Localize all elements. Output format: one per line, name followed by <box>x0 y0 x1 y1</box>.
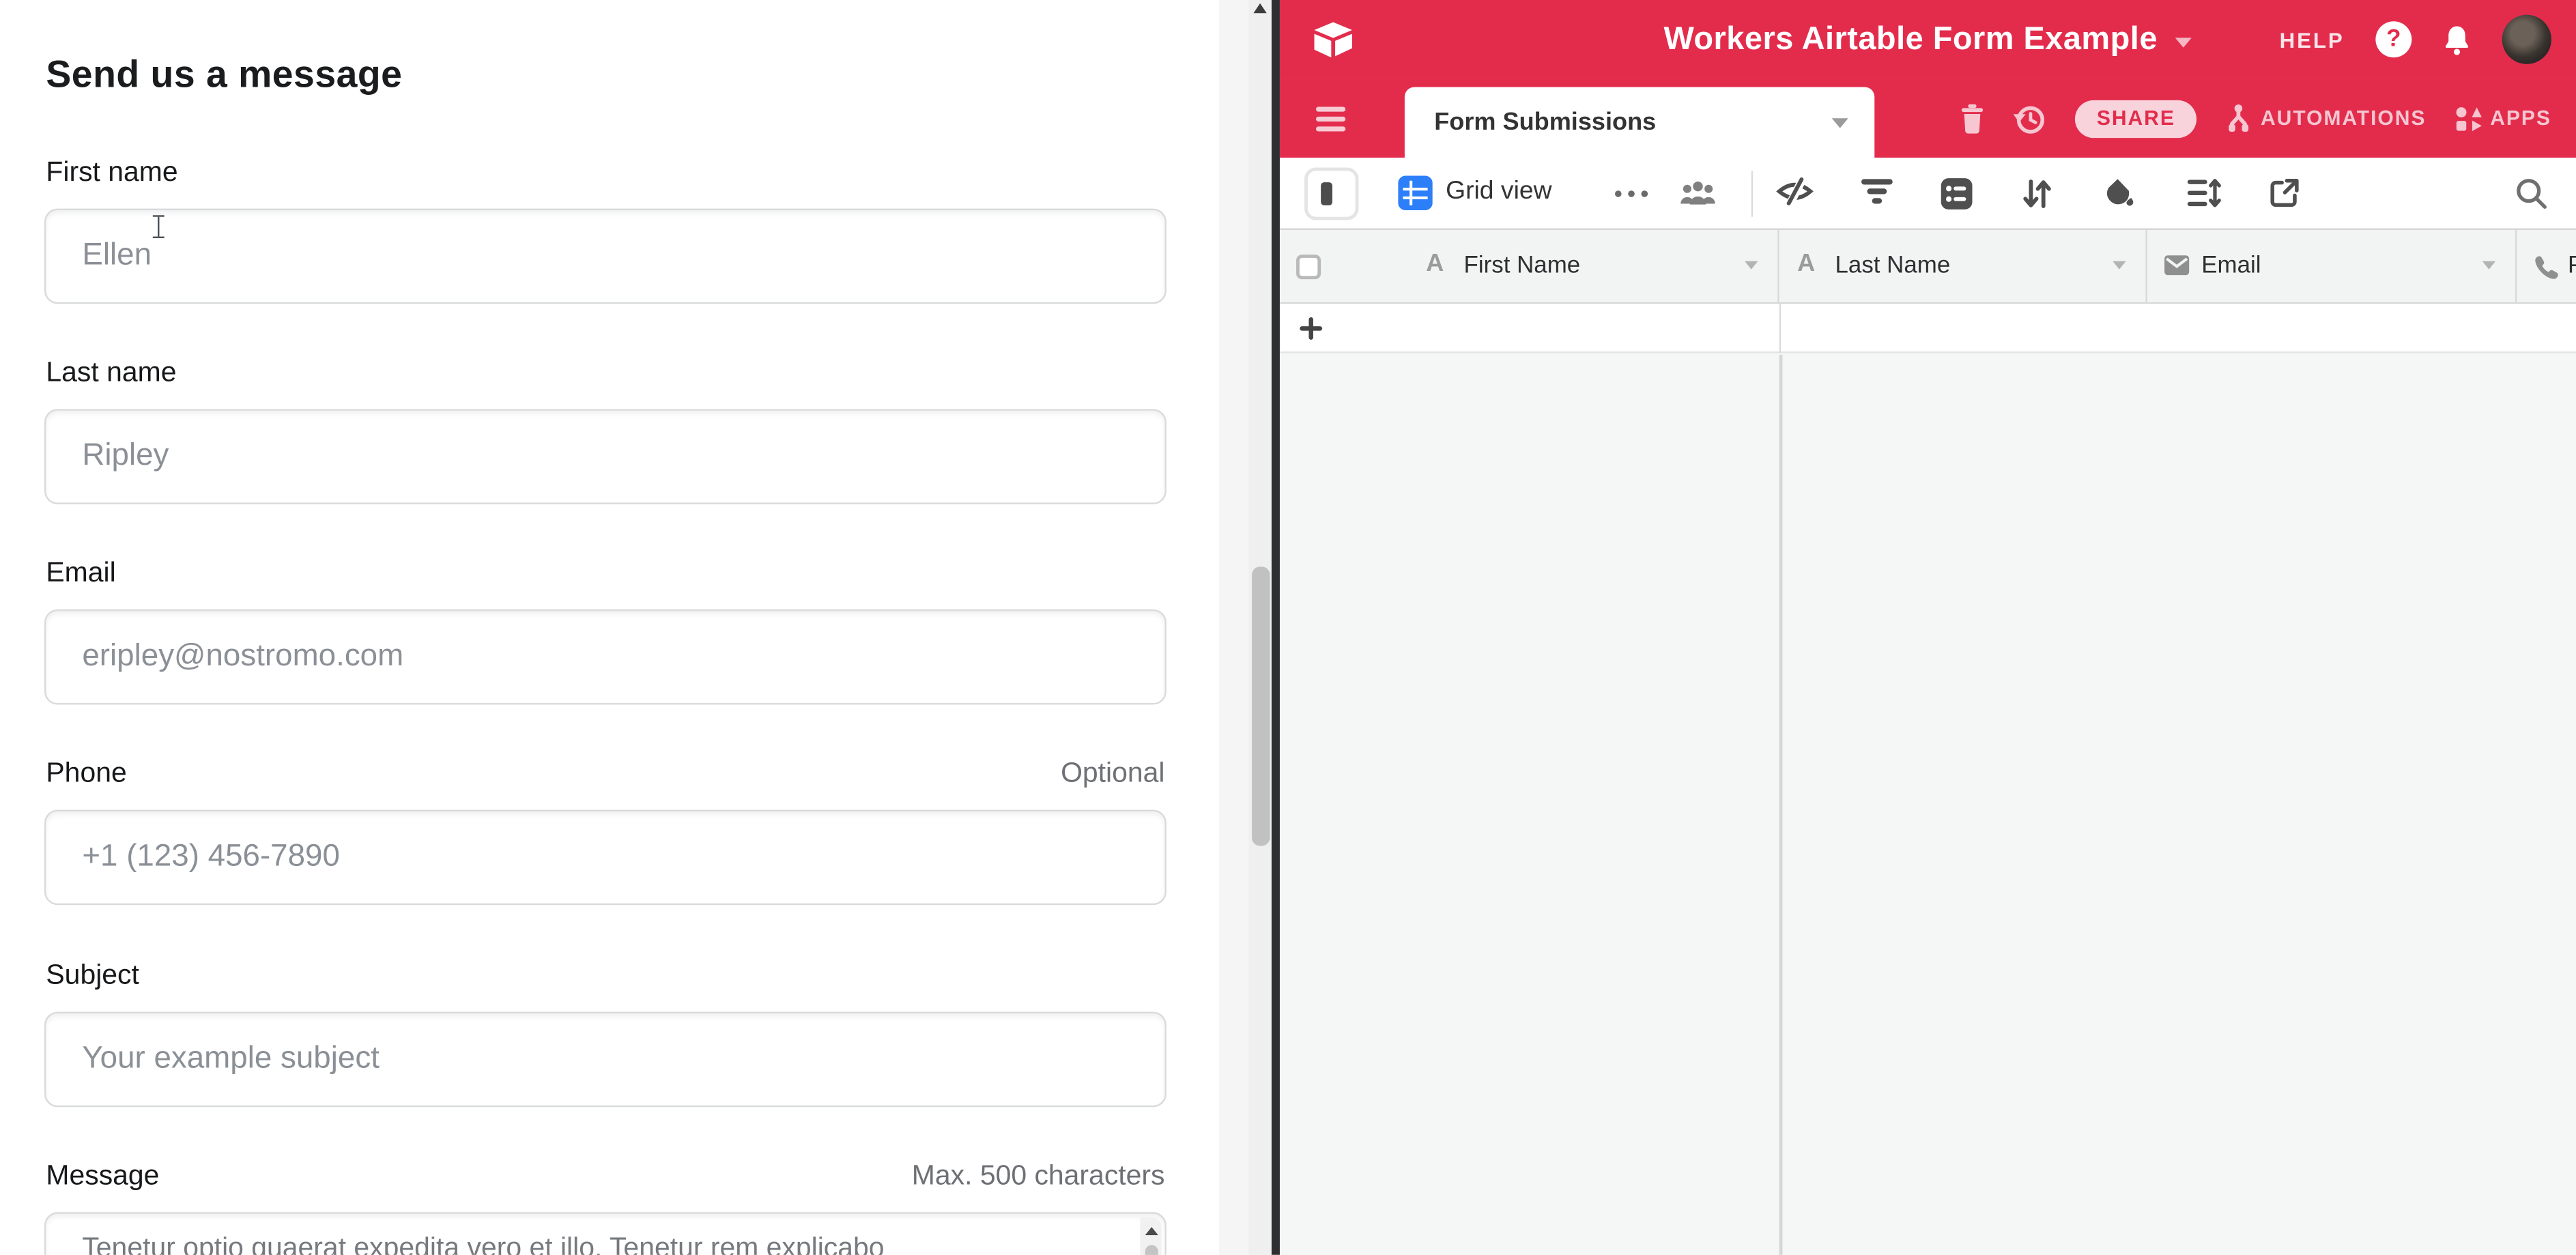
subject-label: Subject <box>46 960 139 992</box>
text-field-type-icon: A <box>1797 250 1815 278</box>
message-field: Message Max. 500 characters Tenetur opti… <box>44 1159 1167 1255</box>
email-field: Email <box>44 557 1167 705</box>
automations-icon <box>2224 104 2252 133</box>
add-record-row[interactable] <box>1280 304 2576 353</box>
grid-column-headers: A First Name A Last Name Email <box>1280 230 2576 304</box>
message-label: Message <box>46 1159 159 1192</box>
table-tabs-bar: Form Submissions SHARE <box>1280 79 2576 158</box>
airtable-pane: Workers Airtable Form Example HELP ? For… <box>1280 0 2576 1255</box>
column-label: Email <box>2201 253 2261 280</box>
message-text: Tenetur optio quaerat expedita vero et i… <box>82 1230 1115 1255</box>
screen: Send us a message First name Last name E… <box>0 0 2576 1255</box>
column-menu-caret-icon[interactable] <box>2113 261 2126 270</box>
phone-field-type-icon <box>2533 255 2560 281</box>
view-options-ellipsis-icon[interactable] <box>1614 189 1650 199</box>
phone-input[interactable] <box>44 810 1167 906</box>
column-label: Phone <box>2568 253 2576 280</box>
scroll-up-arrow-icon[interactable] <box>1145 1227 1158 1235</box>
column-menu-caret-icon[interactable] <box>1745 261 1758 270</box>
automations-button[interactable]: AUTOMATIONS <box>2224 104 2426 133</box>
base-title-caret-icon[interactable] <box>2175 37 2192 46</box>
search-icon[interactable] <box>2515 177 2548 210</box>
automations-label: AUTOMATIONS <box>2261 106 2426 130</box>
column-label: Last Name <box>1835 253 1951 280</box>
text-cursor-icon <box>151 214 166 240</box>
user-avatar[interactable] <box>2502 15 2551 64</box>
text-field-type-icon: A <box>1426 250 1444 278</box>
apps-label: APPS <box>2490 106 2551 130</box>
column-header-email[interactable]: Email <box>2147 230 2517 302</box>
toolbar-divider <box>1751 171 1753 216</box>
apps-icon <box>2454 104 2482 132</box>
airtable-header: Workers Airtable Form Example HELP ? <box>1280 0 2576 79</box>
message-max-chars-hint: Max. 500 characters <box>912 1159 1165 1192</box>
apps-button[interactable]: APPS <box>2454 104 2551 132</box>
share-button[interactable]: SHARE <box>2076 100 2197 137</box>
active-table-name: Form Submissions <box>1434 109 1656 136</box>
table-tab-caret-icon <box>1832 117 1848 127</box>
base-title[interactable]: Workers Airtable Form Example <box>1663 20 2157 58</box>
email-input[interactable] <box>44 609 1167 705</box>
column-header-first-name[interactable]: A First Name <box>1280 230 1779 302</box>
group-icon[interactable] <box>1941 177 1973 210</box>
color-icon[interactable] <box>2104 177 2136 210</box>
views-sidebar-toggle-button[interactable] <box>1304 168 1358 220</box>
contact-form-pane: Send us a message First name Last name E… <box>0 0 1219 1255</box>
history-icon[interactable] <box>2013 101 2048 136</box>
phone-field: Phone Optional <box>44 758 1167 906</box>
help-button[interactable]: HELP <box>2280 27 2345 52</box>
form-pane-scrollbar[interactable] <box>1248 0 1272 1255</box>
view-name[interactable]: Grid view <box>1446 177 1552 207</box>
message-scrollbar[interactable] <box>1140 1217 1161 1255</box>
form-pane-scrollbar-thumb[interactable] <box>1251 566 1269 846</box>
window-divider <box>1272 0 1280 1255</box>
view-toolbar: Grid view <box>1280 158 2576 230</box>
scrollbar-up-arrow-icon[interactable] <box>1253 3 1265 13</box>
menu-hamburger-icon[interactable] <box>1316 106 1345 137</box>
share-view-icon[interactable] <box>2269 177 2300 209</box>
last-name-input[interactable] <box>44 409 1167 504</box>
subject-field: Subject <box>44 960 1167 1108</box>
first-name-input[interactable] <box>44 209 1167 304</box>
column-menu-caret-icon[interactable] <box>2482 261 2495 270</box>
share-label: SHARE <box>2097 106 2175 130</box>
trash-icon[interactable] <box>1960 102 1985 134</box>
phone-optional-hint: Optional <box>1061 758 1164 790</box>
filter-icon[interactable] <box>1860 177 1895 205</box>
tab-form-submissions[interactable]: Form Submissions <box>1405 87 1874 158</box>
last-name-field: Last name <box>44 356 1167 504</box>
last-name-label: Last name <box>46 356 176 389</box>
first-name-field: First name <box>44 156 1167 304</box>
column-label: First Name <box>1464 253 1581 280</box>
first-name-label: First name <box>46 156 177 189</box>
message-textarea[interactable]: Tenetur optio quaerat expedita vero et i… <box>44 1212 1167 1255</box>
message-scrollbar-thumb[interactable] <box>1144 1245 1157 1254</box>
subject-input[interactable] <box>44 1012 1167 1108</box>
help-question-icon[interactable]: ? <box>2375 21 2412 57</box>
email-field-type-icon <box>2164 255 2190 276</box>
email-label: Email <box>46 557 115 590</box>
notifications-bell-icon[interactable] <box>2443 24 2471 55</box>
row-height-icon[interactable] <box>2187 177 2222 209</box>
phone-label: Phone <box>46 758 126 790</box>
sort-icon[interactable] <box>2022 177 2052 210</box>
grid-empty-area <box>1280 355 2576 1255</box>
column-divider <box>1779 304 1781 353</box>
collaborators-icon[interactable] <box>1679 179 1717 207</box>
window-gutter <box>1219 0 1248 1255</box>
column-header-last-name[interactable]: A Last Name <box>1779 230 2147 302</box>
grid-view-icon <box>1398 176 1433 211</box>
page-title: Send us a message <box>46 53 402 97</box>
column-header-phone[interactable]: Phone <box>2517 230 2576 302</box>
hide-fields-icon[interactable] <box>1776 177 1814 205</box>
frozen-column-divider <box>1779 355 1782 1255</box>
add-record-icon[interactable] <box>1300 317 1323 341</box>
